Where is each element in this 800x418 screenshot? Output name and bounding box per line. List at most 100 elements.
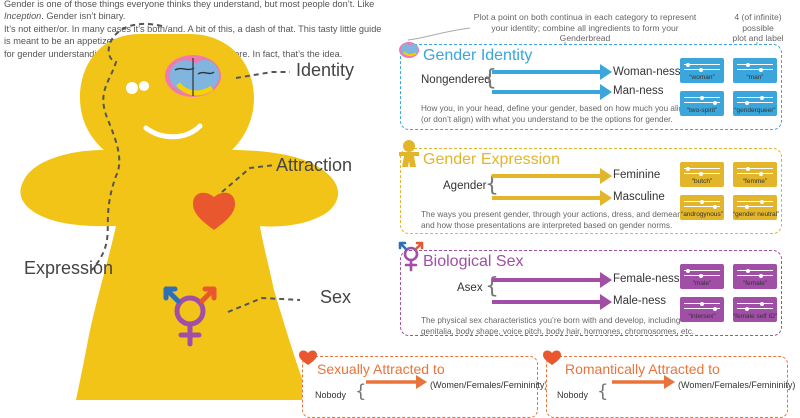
combo-point [745, 100, 749, 105]
combo-line [737, 171, 773, 176]
sex-combo-card: “female” [733, 264, 777, 289]
combo-line [737, 301, 773, 306]
romantically-women-label: (Women/Females/Femininity) [678, 380, 796, 390]
identity-combo-card: “man” [733, 58, 777, 83]
heart-icon [299, 350, 317, 365]
combo-point [760, 301, 764, 306]
romantically-nobody-label: Nobody [557, 390, 589, 400]
combo-point [713, 306, 717, 311]
identity-combo-card: “woman” [680, 58, 724, 83]
combo-caption: “butch” [691, 178, 713, 185]
combo-line [684, 67, 720, 72]
biological-sex-left-label: Asex [457, 282, 483, 294]
gender-symbol-icon [398, 241, 424, 272]
gender-identity-arrows [492, 64, 612, 100]
combo-line [684, 301, 720, 306]
identity-combo-card: “genderqueer” [733, 91, 777, 116]
combo-caption: “man” [746, 74, 764, 81]
combo-point [686, 268, 690, 273]
combo-line [737, 100, 773, 105]
combo-point [760, 95, 764, 100]
combo-point [699, 171, 703, 176]
combo-point [746, 62, 750, 67]
biological-sex-title: Biological Sex [423, 253, 524, 270]
combo-line [684, 100, 720, 105]
sex-label: Sex [320, 287, 352, 307]
identity-label: Identity [296, 60, 355, 80]
sex-combo-card: “female self ID” [733, 297, 777, 322]
combo-line [684, 166, 720, 171]
combo-point [686, 62, 690, 67]
man-ness-label: Man-ness [613, 85, 664, 97]
combo-point [699, 67, 703, 72]
combo-point [713, 100, 717, 105]
combo-caption: “genderqueer” [734, 107, 776, 114]
sexually-nobody-label: Nobody [315, 390, 347, 400]
combo-point [745, 306, 749, 311]
gingerbread-person-icon [399, 140, 419, 167]
masculine-label: Masculine [613, 191, 665, 203]
expression-combo-card: “gender neutral” [733, 195, 780, 220]
woman-ness-label: Woman-ness [613, 66, 681, 78]
gender-identity-left-label: Nongendered [421, 74, 491, 86]
combo-point [759, 171, 763, 176]
expression-label: Expression [24, 258, 114, 278]
combo-caption: “intersex” [688, 313, 716, 320]
combo-line [684, 273, 720, 278]
combo-line [684, 204, 720, 209]
combo-line [737, 95, 773, 100]
expression-combo-card: “androgynous” [680, 195, 724, 220]
combo-caption: “two-spirit” [686, 107, 718, 114]
female-ness-label: Female-ness [613, 273, 680, 285]
brain-icon [399, 42, 419, 58]
combo-point [759, 273, 763, 278]
combo-point [746, 268, 750, 273]
identity-combo-card: “two-spirit” [680, 91, 724, 116]
combo-line [684, 95, 720, 100]
romantically-attracted-arrow [612, 375, 675, 389]
combo-caption: “androgynous” [681, 211, 723, 218]
left-eye [126, 82, 138, 94]
combo-point [700, 301, 704, 306]
biological-sex-desc-line-2: genitalia, body shape, voice pitch, body… [421, 327, 695, 336]
combo-line [737, 306, 773, 311]
gender-expression-arrows [492, 168, 612, 206]
combo-line [737, 268, 773, 273]
combo-line [737, 67, 773, 72]
combo-caption: “female self ID” [733, 313, 778, 320]
combo-caption: “male” [692, 280, 712, 287]
heart-icon [543, 350, 561, 365]
combo-point [760, 199, 764, 204]
combo-line [684, 268, 720, 273]
combo-point [746, 166, 750, 171]
combo-point [699, 273, 703, 278]
combo-line [684, 306, 720, 311]
combo-point [686, 166, 690, 171]
combo-caption: “gender neutral” [733, 211, 780, 218]
combo-caption: “femme” [742, 178, 768, 185]
sex-combo-card: “intersex” [680, 297, 724, 322]
combo-line [737, 273, 773, 278]
combo-line [737, 62, 773, 67]
combo-caption: “female” [743, 280, 767, 287]
male-ness-label: Male-ness [613, 295, 667, 307]
attraction-label: Attraction [276, 155, 353, 175]
combo-line [737, 204, 773, 209]
biological-sex-arrows [492, 272, 612, 310]
combo-point [745, 204, 749, 209]
expression-combo-card: “femme” [733, 162, 777, 187]
sexually-attracted-arrow [366, 375, 427, 389]
sexually-women-label: (Women/Females/Femininity) [430, 380, 548, 390]
combo-line [684, 171, 720, 176]
brain-icon [165, 55, 221, 97]
combo-point [700, 95, 704, 100]
expression-combo-card: “butch” [680, 162, 724, 187]
combo-line [737, 166, 773, 171]
gender-expression-desc-line-2: and how those presentations are interpre… [421, 221, 673, 230]
gender-expression-left-label: Agender [443, 180, 487, 192]
combo-line [684, 62, 720, 67]
sex-combo-card: “male” [680, 264, 724, 289]
right-eye [139, 81, 149, 91]
combo-line [684, 199, 720, 204]
combo-line [737, 199, 773, 204]
